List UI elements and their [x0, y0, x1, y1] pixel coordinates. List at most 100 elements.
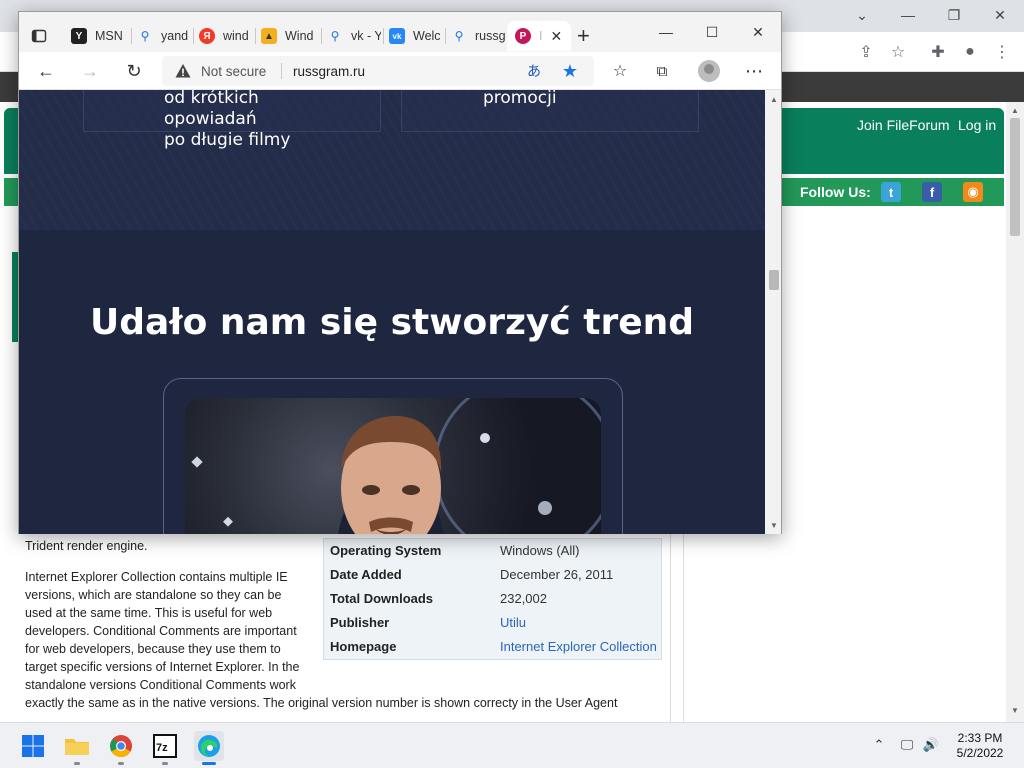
- new-tab-plus-icon[interactable]: +: [577, 21, 599, 51]
- tab-label: yand: [161, 29, 189, 43]
- tab-label: wind: [223, 29, 249, 43]
- yandex-icon: Я: [199, 28, 215, 44]
- edge-address-bar: ← → ↻ Not secure russgram.ru あ ★ ☆ ⧉ ⋯: [19, 52, 781, 90]
- not-secure-label[interactable]: Not secure: [201, 64, 266, 79]
- restore-button[interactable]: ❐: [934, 4, 974, 26]
- info-key: Total Downloads: [330, 591, 434, 606]
- tab-windows[interactable]: ▲ Wind: [261, 21, 319, 51]
- clock-time: 2:33 PM: [957, 731, 1003, 745]
- description-wide-line: exactly the same as in the native versio…: [25, 696, 618, 710]
- program-info-table: Operating System Windows (All) Date Adde…: [323, 538, 662, 660]
- twitter-icon[interactable]: t: [881, 182, 901, 202]
- feature-line: od krótkich: [164, 90, 259, 108]
- tab-yandex-search[interactable]: ⚲ yand: [137, 21, 189, 51]
- info-row-publisher: Publisher Utilu: [330, 611, 660, 635]
- close-button[interactable]: ✕: [980, 4, 1020, 26]
- description-line: Internet Explorer Collection contains mu…: [25, 570, 288, 584]
- bookmark-star-icon[interactable]: ☆: [886, 40, 910, 64]
- edge-minimize-button[interactable]: —: [643, 20, 689, 44]
- search-icon: ⚲: [330, 29, 340, 43]
- tab-separator: [193, 28, 194, 44]
- description-line: standalone versions Conditional Comments…: [25, 678, 296, 692]
- svg-text:7z: 7z: [156, 742, 168, 754]
- feature-line: opowiadań: [164, 109, 257, 129]
- app-indicator: [118, 762, 124, 765]
- info-key: Operating System: [330, 543, 442, 558]
- tab-separator: [321, 28, 322, 44]
- url-text[interactable]: russgram.ru: [293, 64, 365, 79]
- feature-left-text: od krótkich opowiadań po długie filmy: [164, 90, 290, 151]
- login-link[interactable]: Log in: [958, 117, 996, 133]
- seven-zip-icon[interactable]: 7z: [150, 731, 180, 761]
- profile-icon[interactable]: ●: [958, 40, 982, 64]
- windows-start-icon[interactable]: [18, 731, 48, 761]
- follow-us-label: Follow Us:: [800, 184, 871, 200]
- publisher-link[interactable]: Utilu: [500, 615, 526, 630]
- info-row-homepage: Homepage Internet Explorer Collection: [330, 635, 660, 659]
- page-scrollbar-thumb[interactable]: [1010, 118, 1020, 236]
- collections-icon[interactable]: ⧉: [649, 59, 675, 83]
- tab-search-chevron-icon[interactable]: ⌄: [842, 4, 882, 26]
- network-icon[interactable]: 🖵: [898, 736, 916, 754]
- info-key: Date Added: [330, 567, 402, 582]
- edge-scrollbar[interactable]: [765, 90, 781, 534]
- menu-icon[interactable]: ⋮: [990, 40, 1014, 64]
- edge-maximize-button[interactable]: ☐: [689, 20, 735, 44]
- tab-msn[interactable]: Y MSN: [71, 21, 129, 51]
- description-line: for web developers, because they use the…: [25, 642, 281, 656]
- info-key: Homepage: [330, 639, 397, 654]
- scroll-down-arrow-icon[interactable]: ▼: [1008, 704, 1022, 718]
- chrome-icon[interactable]: [106, 731, 136, 761]
- edge-scroll-down-icon[interactable]: ▼: [767, 519, 781, 533]
- tab-russgram-active[interactable]: P I ✕: [507, 21, 571, 51]
- section-title: Udało nam się stworzyć trend: [89, 302, 695, 343]
- back-arrow-icon[interactable]: ←: [33, 59, 59, 83]
- refresh-icon[interactable]: ↻: [121, 59, 147, 83]
- presenter-image-icon: [191, 398, 601, 534]
- rss-icon[interactable]: ◉: [963, 182, 983, 202]
- minimize-button[interactable]: —: [888, 4, 928, 26]
- description-line: developers. Conditional Comments are imp…: [25, 624, 297, 638]
- search-icon: ⚲: [140, 29, 150, 43]
- volume-icon[interactable]: 🔊: [922, 736, 940, 754]
- app-indicator-active: [202, 762, 216, 765]
- edge-taskbar-icon[interactable]: [194, 731, 224, 761]
- edge-scroll-up-icon[interactable]: ▲: [767, 93, 781, 107]
- share-icon[interactable]: ⇪: [854, 40, 878, 64]
- tab-actions-icon[interactable]: [31, 21, 53, 51]
- favorite-star-filled-icon[interactable]: ★: [557, 59, 583, 83]
- feature-line: promocji: [483, 90, 557, 108]
- presenter-photo[interactable]: [185, 398, 601, 534]
- taskbar-clock[interactable]: 2:33 PM 5/2/2022: [950, 731, 1010, 761]
- info-value: December 26, 2011: [500, 567, 614, 582]
- tab-separator: [383, 28, 384, 44]
- profile-avatar-icon[interactable]: [698, 60, 720, 82]
- info-value: Windows (All): [500, 543, 580, 558]
- scroll-up-arrow-icon[interactable]: ▲: [1008, 104, 1022, 118]
- facebook-icon[interactable]: f: [922, 182, 942, 202]
- close-tab-icon[interactable]: ✕: [550, 28, 562, 45]
- file-explorer-icon[interactable]: [62, 731, 92, 761]
- twitter-glyph: t: [888, 184, 894, 200]
- tab-vk-welcome[interactable]: vk Welc: [389, 21, 443, 51]
- edge-close-button[interactable]: ✕: [735, 20, 781, 44]
- tab-label: vk - Y: [351, 29, 381, 43]
- info-row-downloads: Total Downloads 232,002: [330, 587, 660, 611]
- tab-yandex-windows[interactable]: Я wind: [199, 21, 253, 51]
- edge-scrollbar-thumb[interactable]: [769, 270, 779, 290]
- tab-vk-search[interactable]: ⚲ vk - Y: [327, 21, 381, 51]
- extensions-icon[interactable]: ✚: [926, 40, 950, 64]
- search-icon: ⚲: [454, 29, 464, 43]
- favorites-icon[interactable]: ☆: [607, 59, 633, 83]
- description-paragraph: Internet Explorer Collection contains mu…: [25, 568, 325, 694]
- homepage-link[interactable]: Internet Explorer Collection: [500, 639, 657, 654]
- join-fileforum-link[interactable]: Join FileForum: [857, 117, 950, 133]
- tab-russgram-search[interactable]: ⚲ russg: [451, 21, 507, 51]
- chevron-up-icon[interactable]: ⌃: [870, 736, 888, 754]
- translate-icon[interactable]: あ: [521, 59, 547, 83]
- mountain-icon: ▲: [261, 28, 277, 44]
- settings-more-icon[interactable]: ⋯: [741, 59, 767, 83]
- feature-right-text: promocji: [483, 90, 557, 109]
- description-line: target specific versions of Internet Exp…: [25, 660, 300, 674]
- forward-arrow-icon[interactable]: →: [77, 59, 103, 83]
